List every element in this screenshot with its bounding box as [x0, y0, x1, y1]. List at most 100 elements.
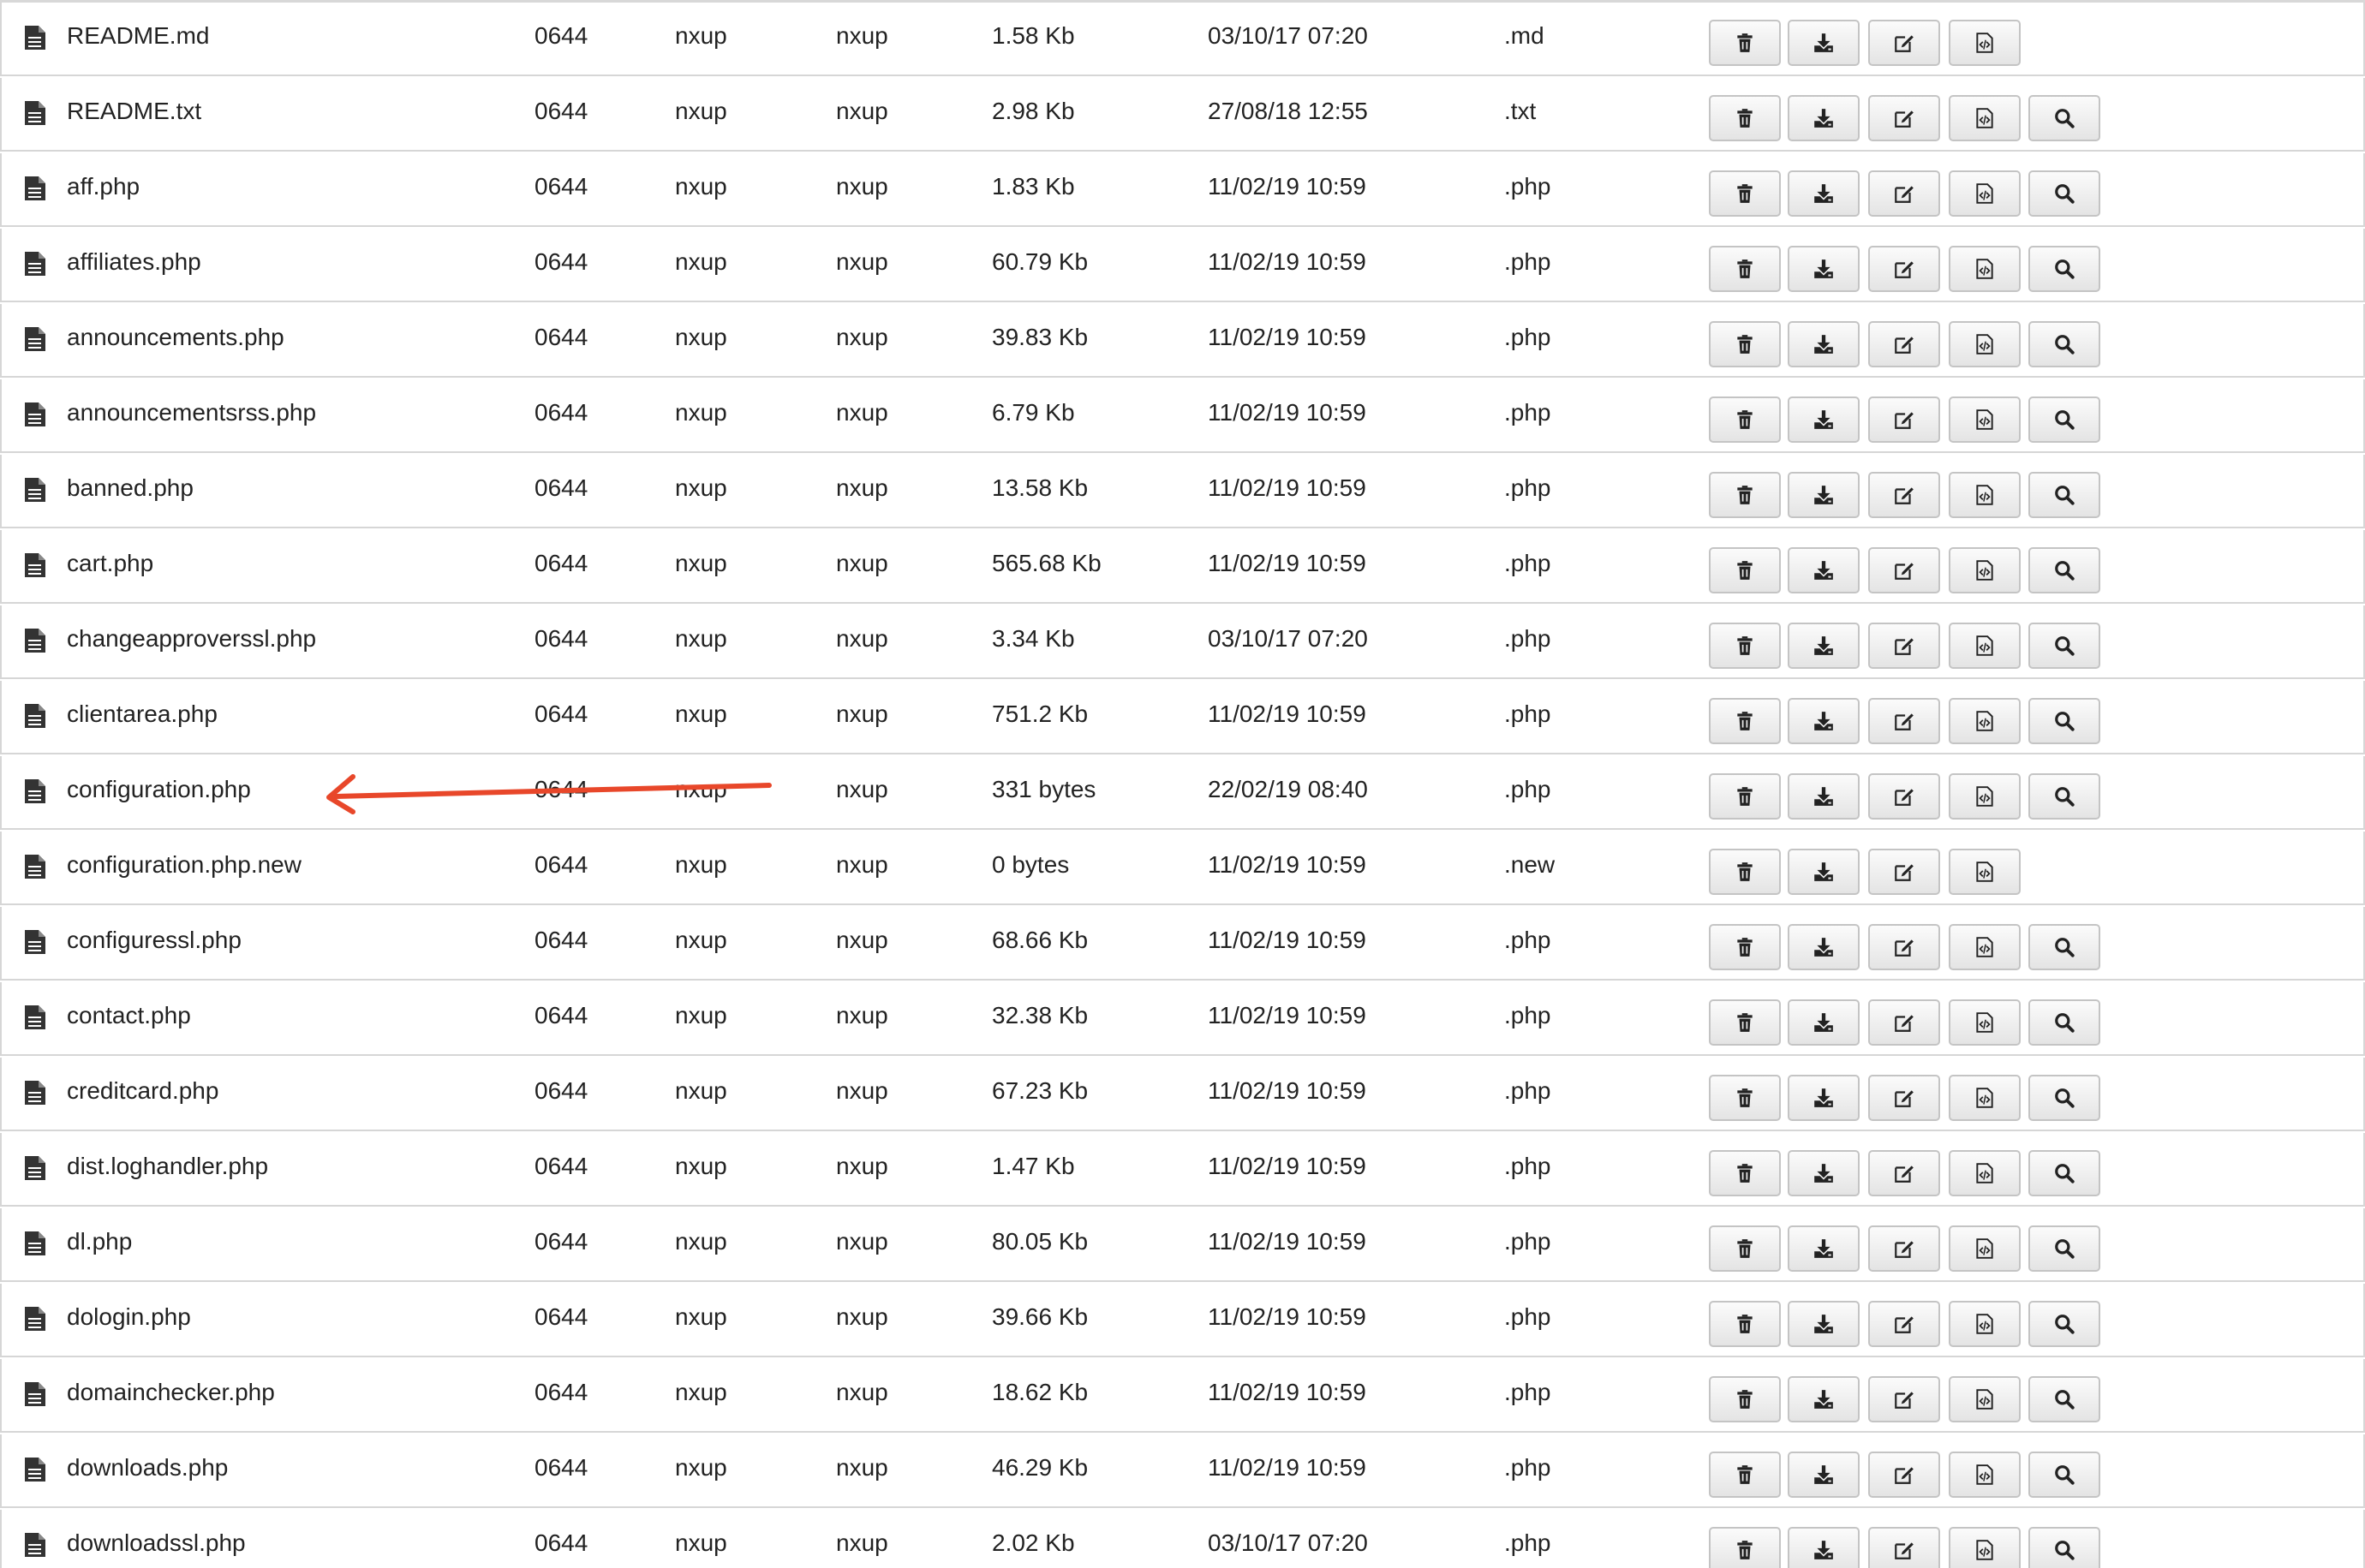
- download-button[interactable]: [1788, 1452, 1860, 1498]
- delete-button[interactable]: [1709, 170, 1781, 217]
- view-source-button[interactable]: [1949, 999, 2021, 1046]
- edit-button[interactable]: [1868, 849, 1940, 895]
- file-name[interactable]: dologin.php: [67, 1303, 191, 1332]
- view-source-button[interactable]: [1949, 547, 2021, 593]
- download-button[interactable]: [1788, 246, 1860, 292]
- delete-button[interactable]: [1709, 698, 1781, 744]
- file-permissions[interactable]: 0644: [535, 700, 588, 729]
- file-name[interactable]: cart.php: [67, 549, 153, 578]
- delete-button[interactable]: [1709, 773, 1781, 820]
- view-source-button[interactable]: [1949, 472, 2021, 518]
- edit-button[interactable]: [1868, 170, 1940, 217]
- delete-button[interactable]: [1709, 623, 1781, 669]
- delete-button[interactable]: [1709, 1527, 1781, 1568]
- file-name[interactable]: downloads.php: [67, 1453, 228, 1482]
- delete-button[interactable]: [1709, 1150, 1781, 1196]
- delete-button[interactable]: [1709, 1452, 1781, 1498]
- view-button[interactable]: [2028, 1150, 2100, 1196]
- edit-button[interactable]: [1868, 1376, 1940, 1422]
- file-permissions[interactable]: 0644: [535, 1001, 588, 1030]
- delete-button[interactable]: [1709, 1225, 1781, 1272]
- edit-button[interactable]: [1868, 321, 1940, 367]
- view-source-button[interactable]: [1949, 321, 2021, 367]
- delete-button[interactable]: [1709, 1376, 1781, 1422]
- view-source-button[interactable]: [1949, 1150, 2021, 1196]
- download-button[interactable]: [1788, 1225, 1860, 1272]
- file-permissions[interactable]: 0644: [535, 172, 588, 201]
- view-button[interactable]: [2028, 472, 2100, 518]
- edit-button[interactable]: [1868, 472, 1940, 518]
- file-name[interactable]: README.md: [67, 21, 209, 51]
- view-source-button[interactable]: [1949, 1376, 2021, 1422]
- edit-button[interactable]: [1868, 773, 1940, 820]
- delete-button[interactable]: [1709, 924, 1781, 970]
- view-button[interactable]: [2028, 623, 2100, 669]
- view-button[interactable]: [2028, 773, 2100, 820]
- download-button[interactable]: [1788, 999, 1860, 1046]
- view-source-button[interactable]: [1949, 1527, 2021, 1568]
- view-button[interactable]: [2028, 698, 2100, 744]
- delete-button[interactable]: [1709, 472, 1781, 518]
- file-permissions[interactable]: 0644: [535, 21, 588, 51]
- edit-button[interactable]: [1868, 396, 1940, 443]
- file-permissions[interactable]: 0644: [535, 1076, 588, 1106]
- file-permissions[interactable]: 0644: [535, 1378, 588, 1407]
- edit-button[interactable]: [1868, 246, 1940, 292]
- file-name[interactable]: contact.php: [67, 1001, 191, 1030]
- download-button[interactable]: [1788, 321, 1860, 367]
- edit-button[interactable]: [1868, 20, 1940, 66]
- edit-button[interactable]: [1868, 1301, 1940, 1347]
- view-source-button[interactable]: [1949, 246, 2021, 292]
- view-source-button[interactable]: [1949, 1452, 2021, 1498]
- delete-button[interactable]: [1709, 95, 1781, 141]
- download-button[interactable]: [1788, 698, 1860, 744]
- view-button[interactable]: [2028, 1075, 2100, 1121]
- file-name[interactable]: changeapproverssl.php: [67, 624, 316, 653]
- edit-button[interactable]: [1868, 1452, 1940, 1498]
- edit-button[interactable]: [1868, 1527, 1940, 1568]
- file-permissions[interactable]: 0644: [535, 1303, 588, 1332]
- file-permissions[interactable]: 0644: [535, 398, 588, 427]
- file-name[interactable]: clientarea.php: [67, 700, 218, 729]
- download-button[interactable]: [1788, 623, 1860, 669]
- delete-button[interactable]: [1709, 396, 1781, 443]
- view-button[interactable]: [2028, 1527, 2100, 1568]
- file-name[interactable]: banned.php: [67, 474, 194, 503]
- view-source-button[interactable]: [1949, 1075, 2021, 1121]
- delete-button[interactable]: [1709, 20, 1781, 66]
- file-name[interactable]: aff.php: [67, 172, 140, 201]
- view-source-button[interactable]: [1949, 773, 2021, 820]
- download-button[interactable]: [1788, 1376, 1860, 1422]
- file-name[interactable]: creditcard.php: [67, 1076, 218, 1106]
- file-permissions[interactable]: 0644: [535, 926, 588, 955]
- download-button[interactable]: [1788, 547, 1860, 593]
- file-name[interactable]: dist.loghandler.php: [67, 1152, 268, 1181]
- edit-button[interactable]: [1868, 924, 1940, 970]
- delete-button[interactable]: [1709, 547, 1781, 593]
- download-button[interactable]: [1788, 170, 1860, 217]
- view-button[interactable]: [2028, 924, 2100, 970]
- file-name[interactable]: downloadssl.php: [67, 1529, 246, 1558]
- file-name[interactable]: announcements.php: [67, 323, 284, 352]
- view-button[interactable]: [2028, 246, 2100, 292]
- file-permissions[interactable]: 0644: [535, 624, 588, 653]
- file-name[interactable]: domainchecker.php: [67, 1378, 275, 1407]
- file-permissions[interactable]: 0644: [535, 850, 588, 879]
- download-button[interactable]: [1788, 924, 1860, 970]
- delete-button[interactable]: [1709, 1075, 1781, 1121]
- view-button[interactable]: [2028, 1301, 2100, 1347]
- file-name[interactable]: affiliates.php: [67, 247, 201, 277]
- file-permissions[interactable]: 0644: [535, 1453, 588, 1482]
- download-button[interactable]: [1788, 849, 1860, 895]
- delete-button[interactable]: [1709, 849, 1781, 895]
- file-permissions[interactable]: 0644: [535, 323, 588, 352]
- view-source-button[interactable]: [1949, 396, 2021, 443]
- file-name[interactable]: announcementsrss.php: [67, 398, 316, 427]
- view-button[interactable]: [2028, 999, 2100, 1046]
- edit-button[interactable]: [1868, 547, 1940, 593]
- download-button[interactable]: [1788, 95, 1860, 141]
- delete-button[interactable]: [1709, 1301, 1781, 1347]
- edit-button[interactable]: [1868, 1225, 1940, 1272]
- edit-button[interactable]: [1868, 698, 1940, 744]
- download-button[interactable]: [1788, 1527, 1860, 1568]
